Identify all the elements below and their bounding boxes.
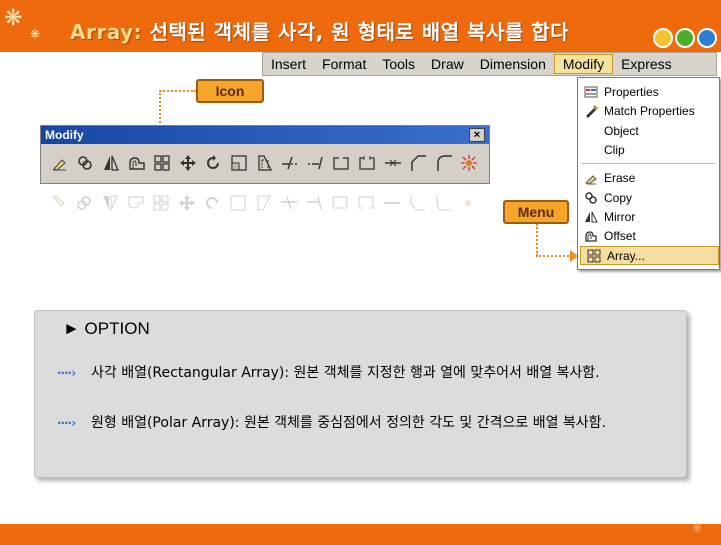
stretch-icon bbox=[251, 190, 277, 216]
trim-icon[interactable] bbox=[277, 150, 303, 176]
dotted-arrow-icon: ····› bbox=[57, 416, 76, 430]
option-heading: ► OPTION bbox=[63, 319, 150, 338]
menu-insert[interactable]: Insert bbox=[263, 53, 314, 75]
close-button[interactable]: × bbox=[469, 128, 485, 142]
icon-callout: Icon bbox=[196, 79, 264, 103]
copy-icon[interactable] bbox=[73, 150, 99, 176]
menu-express[interactable]: Express bbox=[613, 53, 680, 75]
menu-connector-vertical bbox=[536, 224, 538, 256]
menu-item-properties[interactable]: Properties bbox=[578, 82, 719, 101]
explode-icon[interactable] bbox=[457, 150, 483, 176]
dotted-arrow-icon: ····› bbox=[57, 366, 76, 380]
menu-separator bbox=[582, 163, 715, 164]
toolbar-title: Modify × bbox=[41, 126, 489, 144]
menu-bar: Insert Format Tools Draw Dimension Modif… bbox=[262, 52, 717, 76]
explode-icon bbox=[456, 190, 482, 216]
logo bbox=[653, 28, 717, 48]
menu-format[interactable]: Format bbox=[314, 53, 374, 75]
trim-icon bbox=[276, 190, 302, 216]
yellow-circle-icon bbox=[653, 28, 673, 48]
rotate-icon bbox=[200, 190, 226, 216]
move-icon bbox=[174, 190, 200, 216]
footer-bar bbox=[0, 524, 721, 545]
rotate-icon[interactable] bbox=[201, 150, 227, 176]
break-at-point-icon bbox=[328, 190, 354, 216]
flower-decoration-icon: ❋ bbox=[30, 27, 41, 41]
extend-icon bbox=[302, 190, 328, 216]
menu-item-array[interactable]: Array... bbox=[580, 246, 719, 265]
match-properties-icon bbox=[578, 104, 604, 118]
menu-connector-horizontal bbox=[536, 255, 572, 257]
properties-icon bbox=[578, 85, 604, 99]
toolbar-reflection bbox=[40, 190, 490, 224]
erase-icon bbox=[46, 190, 72, 216]
fillet-icon bbox=[430, 190, 456, 216]
menu-item-erase[interactable]: Erase bbox=[578, 168, 719, 187]
extend-icon[interactable] bbox=[303, 150, 329, 176]
array-icon bbox=[581, 249, 607, 263]
menu-draw[interactable]: Draw bbox=[423, 53, 472, 75]
menu-modify[interactable]: Modify bbox=[553, 54, 614, 74]
erase-icon bbox=[578, 171, 604, 185]
menu-item-offset[interactable]: Offset bbox=[578, 226, 719, 245]
modify-toolbar: Modify × bbox=[40, 125, 490, 184]
menu-item-object[interactable]: Object bbox=[578, 121, 719, 140]
array-icon[interactable] bbox=[149, 150, 175, 176]
offset-icon bbox=[578, 229, 604, 243]
move-icon[interactable] bbox=[175, 150, 201, 176]
flower-decoration-icon: ❋ bbox=[4, 6, 23, 31]
arrow-right-icon bbox=[570, 250, 578, 262]
toolbar-icons bbox=[47, 150, 482, 176]
modify-dropdown-menu: Properties Match Properties Object Clip … bbox=[577, 77, 720, 270]
array-icon bbox=[148, 190, 174, 216]
offset-icon[interactable] bbox=[124, 150, 150, 176]
bullet-polar-array: ····› 원형 배열(Polar Array): 원본 객체를 중심점에서 정… bbox=[57, 413, 651, 434]
stretch-icon[interactable] bbox=[252, 150, 278, 176]
mirror-icon bbox=[97, 190, 123, 216]
scale-icon bbox=[225, 190, 251, 216]
menu-tools[interactable]: Tools bbox=[374, 53, 423, 75]
menu-item-match-properties[interactable]: Match Properties bbox=[578, 101, 719, 120]
chamfer-icon[interactable] bbox=[405, 150, 431, 176]
blue-circle-icon bbox=[697, 28, 717, 48]
menu-item-copy[interactable]: Copy bbox=[578, 188, 719, 207]
menu-item-mirror[interactable]: Mirror bbox=[578, 207, 719, 226]
flower-decoration-icon: ❋ bbox=[692, 521, 703, 535]
header-banner: ❋ ❋ Array: 선택된 객체를 사각, 원 형태로 배열 복사를 합다 bbox=[0, 0, 721, 52]
mirror-icon[interactable] bbox=[98, 150, 124, 176]
offset-icon bbox=[123, 190, 149, 216]
copy-icon bbox=[72, 190, 98, 216]
scale-icon[interactable] bbox=[226, 150, 252, 176]
fillet-icon[interactable] bbox=[431, 150, 457, 176]
mirror-icon bbox=[578, 210, 604, 224]
join-icon bbox=[379, 190, 405, 216]
menu-dimension[interactable]: Dimension bbox=[472, 53, 554, 75]
break-at-point-icon[interactable] bbox=[329, 150, 355, 176]
menu-callout: Menu bbox=[503, 200, 569, 224]
green-circle-icon bbox=[675, 28, 695, 48]
icon-connector-horizontal bbox=[160, 90, 196, 92]
menu-item-clip[interactable]: Clip bbox=[578, 140, 719, 159]
break-icon bbox=[353, 190, 379, 216]
chamfer-icon bbox=[404, 190, 430, 216]
title-lead: Array: bbox=[70, 20, 143, 44]
copy-icon bbox=[578, 191, 604, 205]
title-text: 선택된 객체를 사각, 원 형태로 배열 복사를 합다 bbox=[142, 20, 570, 44]
bullet-rectangular-array: ····› 사각 배열(Rectangular Array): 원본 객체를 지… bbox=[57, 363, 651, 384]
join-icon[interactable] bbox=[380, 150, 406, 176]
erase-icon[interactable] bbox=[47, 150, 73, 176]
option-panel: ► OPTION ····› 사각 배열(Rectangular Array):… bbox=[34, 310, 687, 478]
page-title: Array: 선택된 객체를 사각, 원 형태로 배열 복사를 합다 bbox=[70, 16, 569, 45]
break-icon[interactable] bbox=[354, 150, 380, 176]
